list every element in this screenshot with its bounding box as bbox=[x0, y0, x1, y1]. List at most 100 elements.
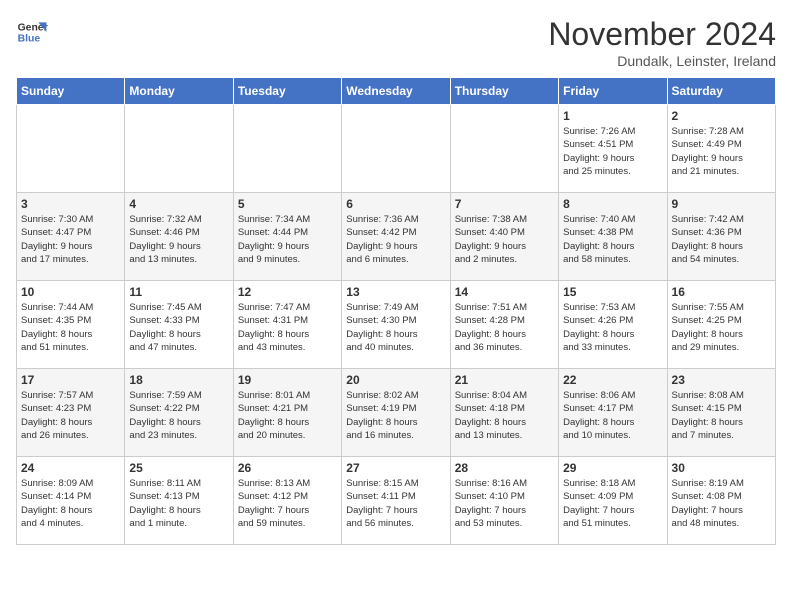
day-info: Sunrise: 8:13 AM Sunset: 4:12 PM Dayligh… bbox=[238, 477, 337, 530]
calendar-cell: 3 Sunrise: 7:30 AM Sunset: 4:47 PM Daylig… bbox=[17, 193, 125, 281]
calendar-cell bbox=[342, 105, 450, 193]
day-info: Sunrise: 7:49 AM Sunset: 4:30 PM Dayligh… bbox=[346, 301, 445, 354]
day-info: Sunrise: 8:01 AM Sunset: 4:21 PM Dayligh… bbox=[238, 389, 337, 442]
header-thursday: Thursday bbox=[450, 78, 558, 105]
day-number: 24 bbox=[21, 461, 120, 475]
day-number: 1 bbox=[563, 109, 662, 123]
calendar-cell: 17 Sunrise: 7:57 AM Sunset: 4:23 PM Dayli… bbox=[17, 369, 125, 457]
header-saturday: Saturday bbox=[667, 78, 775, 105]
svg-text:Blue: Blue bbox=[18, 34, 41, 45]
week-row-1: 1Sunrise: 7:26 AM Sunset: 4:51 PM Daylig… bbox=[17, 105, 776, 193]
calendar-table: SundayMondayTuesdayWednesdayThursdayFrid… bbox=[16, 77, 776, 545]
day-number: 22 bbox=[563, 373, 662, 387]
logo: General Blue bbox=[16, 16, 48, 48]
day-number: 18 bbox=[129, 373, 228, 387]
calendar-cell: 18 Sunrise: 7:59 AM Sunset: 4:22 PM Dayli… bbox=[125, 369, 233, 457]
calendar-cell: 14Sunrise: 7:51 AM Sunset: 4:28 PM Dayli… bbox=[450, 281, 558, 369]
calendar-cell bbox=[233, 105, 341, 193]
day-info: Sunrise: 8:11 AM Sunset: 4:13 PM Dayligh… bbox=[129, 477, 228, 530]
calendar-cell: 21 Sunrise: 8:04 AM Sunset: 4:18 PM Dayli… bbox=[450, 369, 558, 457]
calendar-cell: 26 Sunrise: 8:13 AM Sunset: 4:12 PM Dayli… bbox=[233, 457, 341, 545]
day-number: 17 bbox=[21, 373, 120, 387]
day-info: Sunrise: 8:06 AM Sunset: 4:17 PM Dayligh… bbox=[563, 389, 662, 442]
day-number: 30 bbox=[672, 461, 771, 475]
calendar-cell: 22 Sunrise: 8:06 AM Sunset: 4:17 PM Dayli… bbox=[559, 369, 667, 457]
calendar-cell bbox=[450, 105, 558, 193]
day-number: 15 bbox=[563, 285, 662, 299]
day-info: Sunrise: 7:51 AM Sunset: 4:28 PM Dayligh… bbox=[455, 301, 554, 354]
day-info: Sunrise: 8:15 AM Sunset: 4:11 PM Dayligh… bbox=[346, 477, 445, 530]
calendar-cell: 29 Sunrise: 8:18 AM Sunset: 4:09 PM Dayli… bbox=[559, 457, 667, 545]
day-number: 19 bbox=[238, 373, 337, 387]
day-number: 20 bbox=[346, 373, 445, 387]
day-info: Sunrise: 8:08 AM Sunset: 4:15 PM Dayligh… bbox=[672, 389, 771, 442]
calendar-cell: 7 Sunrise: 7:38 AM Sunset: 4:40 PM Daylig… bbox=[450, 193, 558, 281]
day-info: Sunrise: 7:47 AM Sunset: 4:31 PM Dayligh… bbox=[238, 301, 337, 354]
day-info: Sunrise: 8:02 AM Sunset: 4:19 PM Dayligh… bbox=[346, 389, 445, 442]
day-info: Sunrise: 8:09 AM Sunset: 4:14 PM Dayligh… bbox=[21, 477, 120, 530]
calendar-cell: 23 Sunrise: 8:08 AM Sunset: 4:15 PM Dayli… bbox=[667, 369, 775, 457]
day-number: 3 bbox=[21, 197, 120, 211]
day-number: 27 bbox=[346, 461, 445, 475]
calendar-cell: 12 Sunrise: 7:47 AM Sunset: 4:31 PM Dayli… bbox=[233, 281, 341, 369]
month-title: November 2024 bbox=[548, 16, 776, 53]
day-info: Sunrise: 7:45 AM Sunset: 4:33 PM Dayligh… bbox=[129, 301, 228, 354]
calendar-cell: 30 Sunrise: 8:19 AM Sunset: 4:08 PM Dayli… bbox=[667, 457, 775, 545]
day-info: Sunrise: 7:30 AM Sunset: 4:47 PM Dayligh… bbox=[21, 213, 120, 266]
calendar-cell: 6 Sunrise: 7:36 AM Sunset: 4:42 PM Daylig… bbox=[342, 193, 450, 281]
header-row: SundayMondayTuesdayWednesdayThursdayFrid… bbox=[17, 78, 776, 105]
day-info: Sunrise: 8:19 AM Sunset: 4:08 PM Dayligh… bbox=[672, 477, 771, 530]
day-info: Sunrise: 7:28 AM Sunset: 4:49 PM Dayligh… bbox=[672, 125, 771, 178]
calendar-cell: 24 Sunrise: 8:09 AM Sunset: 4:14 PM Dayli… bbox=[17, 457, 125, 545]
day-number: 23 bbox=[672, 373, 771, 387]
day-info: Sunrise: 7:57 AM Sunset: 4:23 PM Dayligh… bbox=[21, 389, 120, 442]
week-row-3: 10Sunrise: 7:44 AM Sunset: 4:35 PM Dayli… bbox=[17, 281, 776, 369]
location-subtitle: Dundalk, Leinster, Ireland bbox=[548, 53, 776, 69]
calendar-cell: 5 Sunrise: 7:34 AM Sunset: 4:44 PM Daylig… bbox=[233, 193, 341, 281]
day-number: 2 bbox=[672, 109, 771, 123]
calendar-cell: 9Sunrise: 7:42 AM Sunset: 4:36 PM Daylig… bbox=[667, 193, 775, 281]
day-number: 29 bbox=[563, 461, 662, 475]
calendar-cell: 11 Sunrise: 7:45 AM Sunset: 4:33 PM Dayli… bbox=[125, 281, 233, 369]
calendar-cell: 1Sunrise: 7:26 AM Sunset: 4:51 PM Daylig… bbox=[559, 105, 667, 193]
page-header: General Blue November 2024 Dundalk, Lein… bbox=[16, 16, 776, 69]
day-number: 10 bbox=[21, 285, 120, 299]
day-info: Sunrise: 7:55 AM Sunset: 4:25 PM Dayligh… bbox=[672, 301, 771, 354]
calendar-cell: 25 Sunrise: 8:11 AM Sunset: 4:13 PM Dayli… bbox=[125, 457, 233, 545]
day-info: Sunrise: 7:34 AM Sunset: 4:44 PM Dayligh… bbox=[238, 213, 337, 266]
day-info: Sunrise: 8:16 AM Sunset: 4:10 PM Dayligh… bbox=[455, 477, 554, 530]
header-wednesday: Wednesday bbox=[342, 78, 450, 105]
logo-icon: General Blue bbox=[16, 16, 48, 48]
header-monday: Monday bbox=[125, 78, 233, 105]
day-info: Sunrise: 7:42 AM Sunset: 4:36 PM Dayligh… bbox=[672, 213, 771, 266]
day-number: 13 bbox=[346, 285, 445, 299]
week-row-5: 24 Sunrise: 8:09 AM Sunset: 4:14 PM Dayli… bbox=[17, 457, 776, 545]
day-number: 21 bbox=[455, 373, 554, 387]
day-info: Sunrise: 7:53 AM Sunset: 4:26 PM Dayligh… bbox=[563, 301, 662, 354]
day-info: Sunrise: 7:32 AM Sunset: 4:46 PM Dayligh… bbox=[129, 213, 228, 266]
day-number: 26 bbox=[238, 461, 337, 475]
day-number: 5 bbox=[238, 197, 337, 211]
week-row-2: 3 Sunrise: 7:30 AM Sunset: 4:47 PM Daylig… bbox=[17, 193, 776, 281]
day-number: 8 bbox=[563, 197, 662, 211]
day-number: 25 bbox=[129, 461, 228, 475]
day-number: 11 bbox=[129, 285, 228, 299]
calendar-cell: 28Sunrise: 8:16 AM Sunset: 4:10 PM Dayli… bbox=[450, 457, 558, 545]
calendar-cell: 27 Sunrise: 8:15 AM Sunset: 4:11 PM Dayli… bbox=[342, 457, 450, 545]
day-number: 7 bbox=[455, 197, 554, 211]
calendar-cell bbox=[17, 105, 125, 193]
calendar-cell: 10Sunrise: 7:44 AM Sunset: 4:35 PM Dayli… bbox=[17, 281, 125, 369]
day-number: 4 bbox=[129, 197, 228, 211]
day-number: 6 bbox=[346, 197, 445, 211]
header-friday: Friday bbox=[559, 78, 667, 105]
day-info: Sunrise: 8:18 AM Sunset: 4:09 PM Dayligh… bbox=[563, 477, 662, 530]
day-info: Sunrise: 8:04 AM Sunset: 4:18 PM Dayligh… bbox=[455, 389, 554, 442]
day-info: Sunrise: 7:36 AM Sunset: 4:42 PM Dayligh… bbox=[346, 213, 445, 266]
day-info: Sunrise: 7:40 AM Sunset: 4:38 PM Dayligh… bbox=[563, 213, 662, 266]
day-number: 12 bbox=[238, 285, 337, 299]
calendar-cell: 20 Sunrise: 8:02 AM Sunset: 4:19 PM Dayli… bbox=[342, 369, 450, 457]
header-sunday: Sunday bbox=[17, 78, 125, 105]
week-row-4: 17 Sunrise: 7:57 AM Sunset: 4:23 PM Dayli… bbox=[17, 369, 776, 457]
day-info: Sunrise: 7:38 AM Sunset: 4:40 PM Dayligh… bbox=[455, 213, 554, 266]
day-info: Sunrise: 7:59 AM Sunset: 4:22 PM Dayligh… bbox=[129, 389, 228, 442]
